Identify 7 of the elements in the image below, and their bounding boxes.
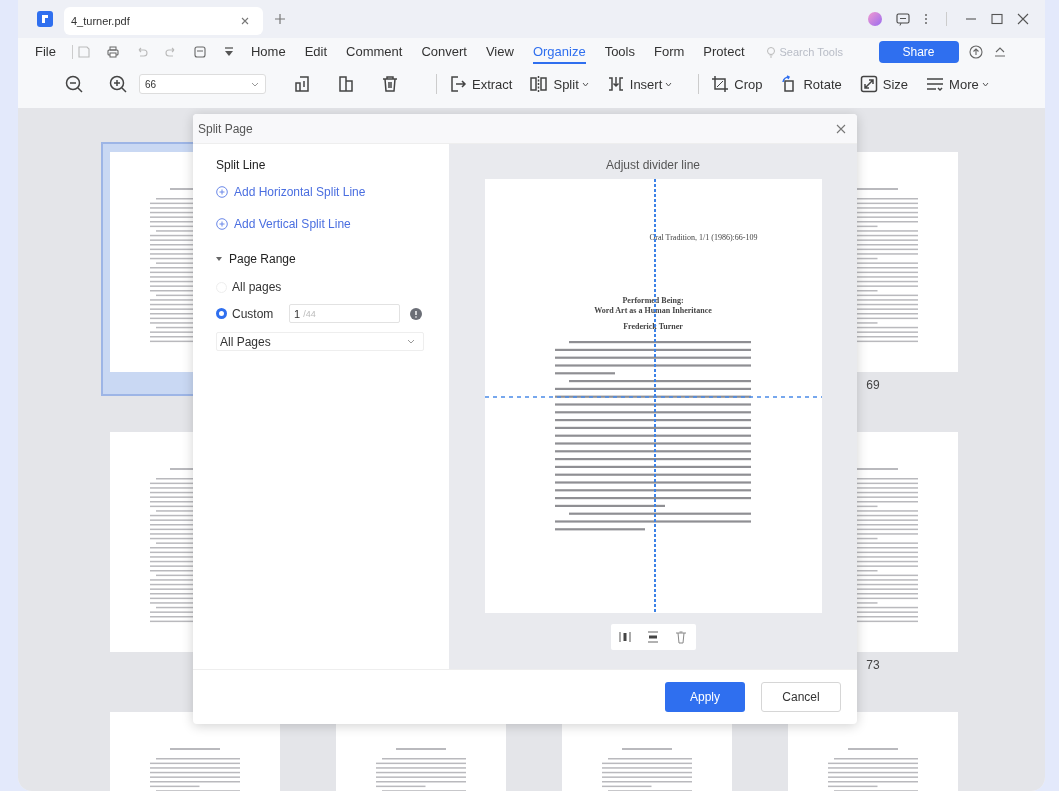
section-heading: Split Line bbox=[216, 158, 266, 172]
page-number: 69 bbox=[865, 378, 881, 392]
page-number: 73 bbox=[865, 658, 881, 672]
dialog-title: Split Page bbox=[198, 121, 253, 136]
document-title: Performed Being: bbox=[621, 296, 685, 306]
preview-heading: Adjust divider line bbox=[605, 158, 701, 172]
document-author: Frederick Turner bbox=[623, 322, 683, 331]
